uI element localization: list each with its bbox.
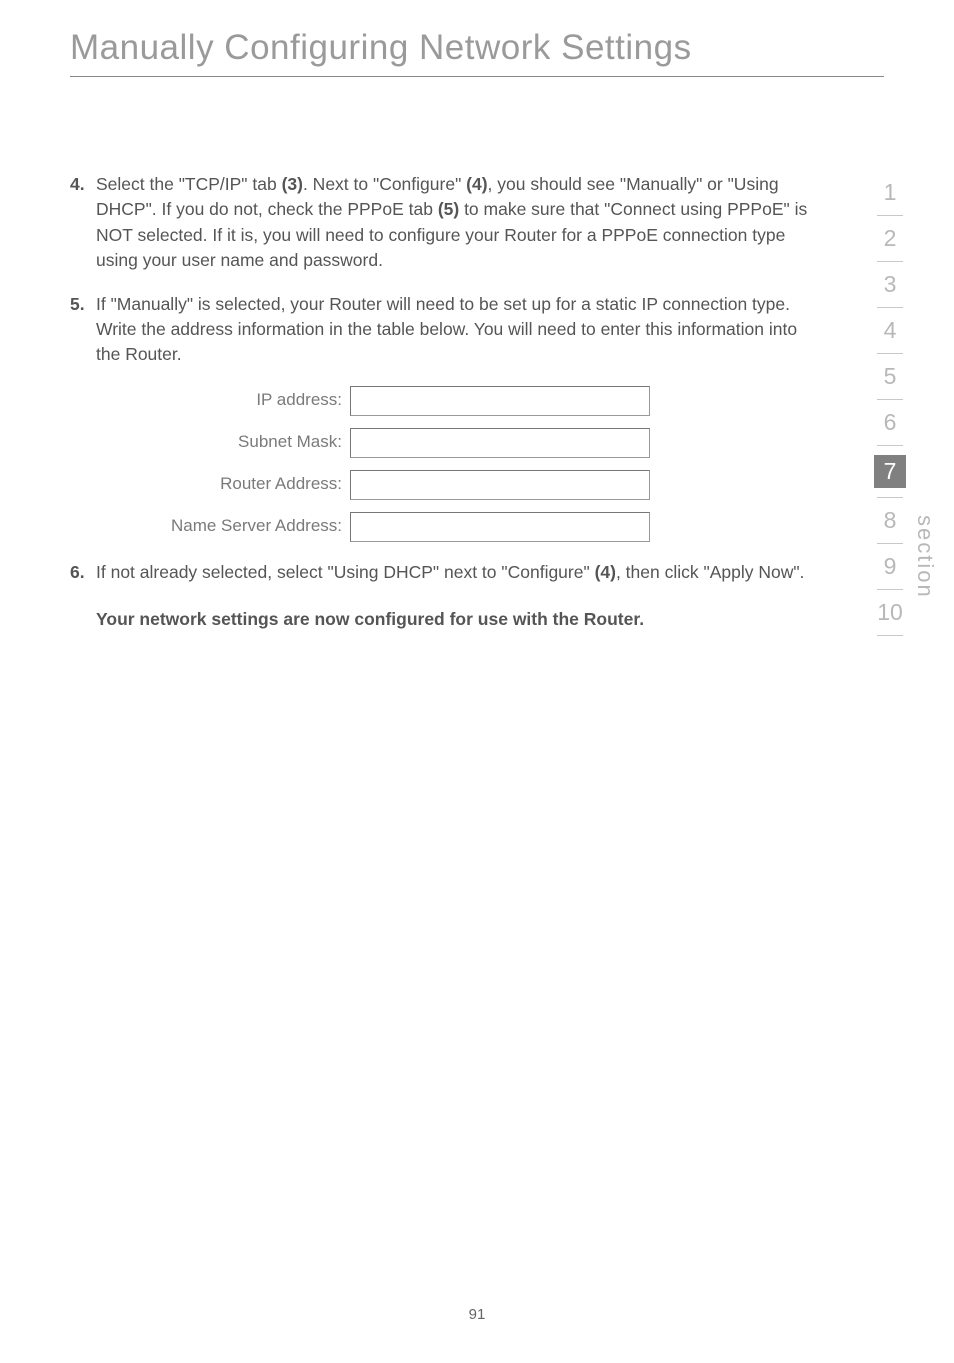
step-6-t2: , then click "Apply Now". [616, 562, 804, 582]
step-5: 5. If "Manually" is selected, your Route… [70, 292, 824, 368]
row-dns: Name Server Address: [150, 512, 824, 542]
side-6: 6 [854, 400, 926, 445]
side-2: 2 [854, 216, 926, 261]
input-router[interactable] [350, 470, 650, 500]
step-5-body: If "Manually" is selected, your Router w… [96, 292, 824, 368]
step-6-t1: If not already selected, select "Using D… [96, 562, 595, 582]
section-label: section [912, 515, 938, 599]
row-ip: IP address: [150, 386, 824, 416]
step-6-num: 6. [70, 560, 96, 585]
step-6: 6. If not already selected, select "Usin… [70, 560, 824, 585]
label-router: Router Address: [150, 472, 350, 497]
section-sidebar: 1 2 3 4 5 6 7 8 9 10 section [854, 170, 926, 636]
side-4: 4 [854, 308, 926, 353]
page-number: 91 [0, 1306, 954, 1323]
side-sep [877, 635, 903, 636]
step-4-b1: (3) [282, 174, 303, 194]
row-router: Router Address: [150, 470, 824, 500]
side-3: 3 [854, 262, 926, 307]
side-1: 1 [854, 170, 926, 215]
input-dns[interactable] [350, 512, 650, 542]
step-4: 4. Select the "TCP/IP" tab (3). Next to … [70, 172, 824, 274]
row-subnet: Subnet Mask: [150, 428, 824, 458]
step-4-body: Select the "TCP/IP" tab (3). Next to "Co… [96, 172, 824, 274]
conclusion: Your network settings are now configured… [96, 607, 824, 632]
page-title: Manually Configuring Network Settings [0, 0, 954, 76]
side-sep [877, 445, 903, 446]
step-5-num: 5. [70, 292, 96, 368]
step-4-num: 4. [70, 172, 96, 274]
label-subnet: Subnet Mask: [150, 430, 350, 455]
main-content: 4. Select the "TCP/IP" tab (3). Next to … [0, 77, 954, 632]
step-4-t1: Select the "TCP/IP" tab [96, 174, 282, 194]
step-4-b2: (4) [466, 174, 487, 194]
step-6-body: If not already selected, select "Using D… [96, 560, 824, 585]
label-ip: IP address: [150, 388, 350, 413]
step-4-b3: (5) [438, 199, 459, 219]
step-4-t2: . Next to "Configure" [303, 174, 466, 194]
side-5: 5 [854, 354, 926, 399]
input-subnet[interactable] [350, 428, 650, 458]
input-ip[interactable] [350, 386, 650, 416]
side-7-current: 7 [874, 455, 906, 488]
step-6-b1: (4) [595, 562, 616, 582]
label-dns: Name Server Address: [150, 514, 350, 539]
address-form: IP address: Subnet Mask: Router Address:… [150, 386, 824, 542]
